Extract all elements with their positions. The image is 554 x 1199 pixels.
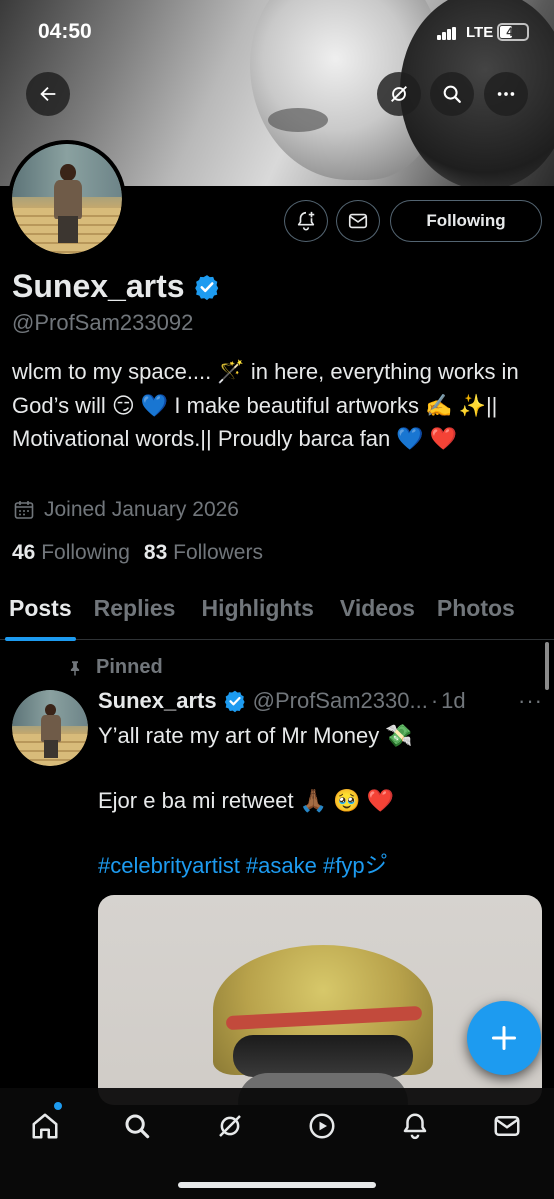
nav-video[interactable] bbox=[302, 1106, 342, 1146]
profile-tabs: Posts Replies Highlights Videos Photos bbox=[0, 588, 554, 641]
envelope-icon bbox=[348, 213, 368, 229]
home-indicator[interactable] bbox=[178, 1182, 376, 1188]
plus-icon bbox=[491, 1025, 517, 1051]
battery-level: 44 bbox=[506, 25, 520, 39]
pinned-label-row: Pinned bbox=[66, 656, 163, 679]
grok-button[interactable] bbox=[377, 72, 421, 116]
search-icon bbox=[443, 85, 461, 103]
message-button[interactable] bbox=[336, 200, 380, 242]
status-time: 04:50 bbox=[38, 20, 92, 43]
post-author-name[interactable]: Sunex_arts bbox=[98, 688, 217, 714]
following-button[interactable]: Following bbox=[390, 200, 542, 242]
signal-icon bbox=[437, 27, 457, 40]
scrollbar[interactable] bbox=[545, 642, 549, 690]
artwork-glasses bbox=[233, 1035, 413, 1077]
display-name: Sunex_arts bbox=[12, 268, 185, 304]
followers-count-link[interactable]: 83 Followers bbox=[144, 541, 263, 565]
banner-art-detail bbox=[268, 108, 328, 132]
post-more-icon[interactable]: ··· bbox=[518, 688, 543, 714]
nav-home[interactable] bbox=[25, 1106, 65, 1146]
envelope-icon bbox=[494, 1116, 520, 1136]
post-text-line: Y’all rate my art of Mr Money 💸 bbox=[98, 723, 413, 748]
back-button[interactable] bbox=[26, 72, 70, 116]
search-button[interactable] bbox=[430, 72, 474, 116]
battery-icon: 44 bbox=[497, 23, 529, 41]
post-author-avatar[interactable] bbox=[12, 690, 88, 766]
bell-icon bbox=[403, 1113, 427, 1140]
profile-handle: @ProfSam233092 bbox=[12, 310, 194, 335]
play-circle-icon bbox=[309, 1113, 335, 1139]
joined-row: Joined January 2026 bbox=[12, 498, 239, 522]
verified-badge-icon[interactable] bbox=[223, 689, 247, 713]
home-unread-dot bbox=[54, 1102, 62, 1110]
post-text-line: Ejor e ba mi retweet 🙏🏾 🥹 ❤️ bbox=[98, 788, 395, 813]
tab-replies[interactable]: Replies bbox=[94, 588, 176, 639]
post-hashtags[interactable]: #celebrityartist #asake #fypシ゚ bbox=[98, 850, 544, 882]
search-icon bbox=[125, 1114, 150, 1139]
nav-messages[interactable] bbox=[487, 1106, 527, 1146]
joined-date: Joined January 2026 bbox=[44, 498, 239, 521]
following-count-link[interactable]: 46 Following bbox=[12, 541, 130, 565]
nav-grok[interactable] bbox=[210, 1106, 250, 1146]
profile-bio: wlcm to my space.... 🪄 in here, everythi… bbox=[12, 359, 519, 451]
pin-icon bbox=[70, 660, 80, 675]
post-author-handle: @ProfSam2330... bbox=[252, 688, 428, 713]
pinned-label: Pinned bbox=[96, 656, 163, 678]
notification-bell-plus-icon bbox=[297, 211, 315, 231]
home-icon bbox=[32, 1113, 58, 1139]
network-label: LTE bbox=[466, 24, 494, 41]
nav-search[interactable] bbox=[117, 1106, 157, 1146]
compose-button[interactable] bbox=[467, 1001, 541, 1075]
grok-icon bbox=[391, 86, 407, 102]
post-header: Sunex_arts @ProfSam2330... · 1d bbox=[98, 688, 544, 714]
tab-photos[interactable]: Photos bbox=[437, 588, 515, 639]
verified-badge-icon[interactable] bbox=[193, 273, 221, 301]
status-bar: 04:50 LTE 44 bbox=[0, 0, 554, 66]
follow-counts: 46 Following 83 Followers bbox=[12, 541, 263, 565]
calendar-icon bbox=[14, 501, 34, 519]
profile-name-row: Sunex_arts bbox=[12, 268, 221, 305]
avatar-photo bbox=[12, 144, 122, 254]
back-arrow-icon bbox=[40, 86, 56, 102]
grok-icon bbox=[219, 1115, 241, 1137]
notify-button[interactable] bbox=[284, 200, 328, 242]
post-image[interactable] bbox=[98, 895, 542, 1105]
separator-dot: · bbox=[430, 688, 439, 713]
profile-avatar[interactable] bbox=[8, 140, 126, 258]
post-time: 1d bbox=[441, 688, 466, 713]
more-button[interactable] bbox=[484, 72, 528, 116]
avatar-photo bbox=[12, 690, 88, 766]
tab-posts[interactable]: Posts bbox=[5, 588, 76, 641]
nav-notifications[interactable] bbox=[395, 1106, 435, 1146]
tab-videos[interactable]: Videos bbox=[340, 588, 415, 639]
more-icon bbox=[497, 92, 515, 96]
post-body: Y’all rate my art of Mr Money 💸 Ejor e b… bbox=[98, 720, 544, 915]
tab-highlights[interactable]: Highlights bbox=[201, 588, 313, 639]
